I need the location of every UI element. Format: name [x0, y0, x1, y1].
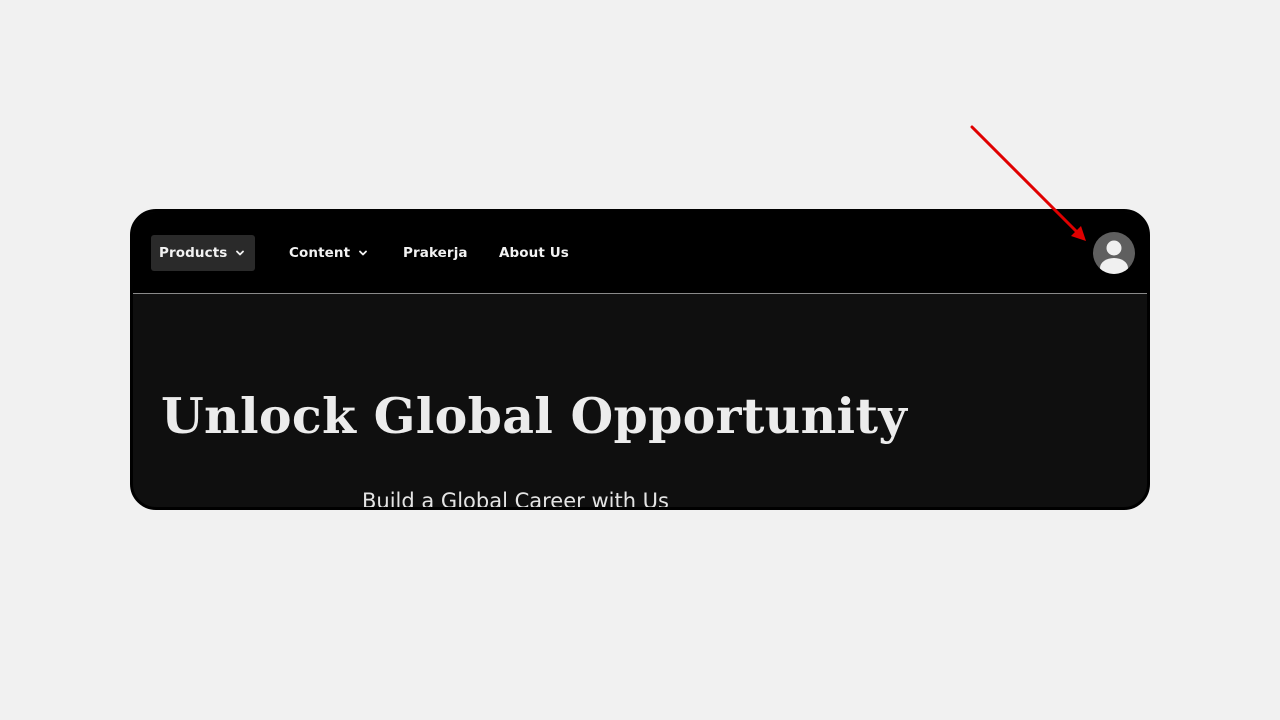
hero-title: Unlock Global Opportunity: [161, 386, 908, 445]
nav-item-content[interactable]: Content: [289, 235, 368, 271]
top-navbar: Products Content Prakerja About Us: [133, 212, 1147, 294]
screenshot-stage: Products Content Prakerja About Us Unloc…: [0, 0, 1280, 720]
nav-item-about-us-label: About Us: [499, 245, 569, 261]
website-frame: Products Content Prakerja About Us Unloc…: [130, 209, 1150, 510]
chevron-down-icon: [235, 248, 245, 258]
nav-item-prakerja-label: Prakerja: [403, 245, 468, 261]
nav-item-products[interactable]: Products: [151, 235, 256, 271]
chevron-down-icon: [358, 248, 368, 258]
nav-item-products-label: Products: [159, 245, 228, 261]
nav-item-content-label: Content: [289, 245, 351, 261]
user-avatar-icon[interactable]: [1093, 232, 1135, 274]
nav-item-about-us[interactable]: About Us: [499, 235, 569, 271]
hero-subtitle: Build a Global Career with Us: [362, 489, 669, 510]
nav-item-prakerja[interactable]: Prakerja: [403, 235, 468, 271]
